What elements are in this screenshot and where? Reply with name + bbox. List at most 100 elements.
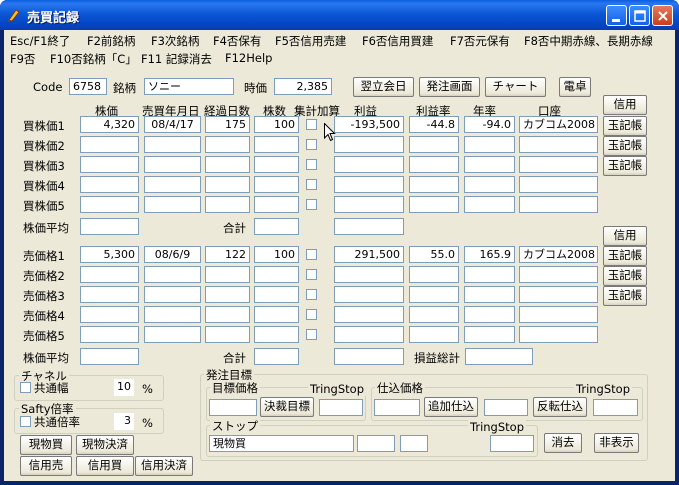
- sell-profit-field[interactable]: [334, 326, 404, 343]
- buy-profit-rate-field[interactable]: [409, 136, 459, 153]
- sell-profit-field[interactable]: [334, 306, 404, 323]
- sell-sum-checkbox[interactable]: [306, 309, 317, 320]
- sell-shares-field[interactable]: [254, 286, 299, 303]
- sell-days-field[interactable]: [205, 286, 250, 303]
- sell-sum-checkbox[interactable]: [306, 329, 317, 340]
- entry-tringstop-field[interactable]: [593, 399, 638, 416]
- menu-item-help[interactable]: F12Help: [225, 51, 272, 65]
- buy-sum-checkbox[interactable]: [306, 139, 317, 150]
- buy-days-field[interactable]: [205, 176, 250, 193]
- sell-days-field[interactable]: [205, 306, 250, 323]
- buy-profit-rate-field[interactable]: [409, 156, 459, 173]
- sell-annual-rate-field[interactable]: [464, 306, 515, 323]
- stop-tringstop-field[interactable]: [490, 435, 534, 452]
- sell-profit-field[interactable]: 291,500: [334, 246, 404, 263]
- sell-profit-rate-field[interactable]: 55.0: [409, 246, 459, 263]
- target-tringstop-field[interactable]: [319, 399, 363, 416]
- sell-profit-rate-field[interactable]: [409, 326, 459, 343]
- menu-item-f6[interactable]: F6否信用買建: [362, 33, 433, 49]
- sell-shares-field[interactable]: [254, 326, 299, 343]
- sell-days-field[interactable]: [205, 326, 250, 343]
- channel-width-field[interactable]: 10: [114, 379, 134, 396]
- buy-ledger-button-2[interactable]: 玉記帳: [603, 136, 647, 156]
- sell-ledger-button-2[interactable]: 玉記帳: [603, 266, 647, 286]
- sell-price-field[interactable]: [80, 326, 139, 343]
- sell-profit-field[interactable]: [334, 286, 404, 303]
- menu-item-f7[interactable]: F7否元保有: [450, 33, 510, 49]
- sell-profit-rate-field[interactable]: [409, 286, 459, 303]
- buy-sum-checkbox[interactable]: [306, 199, 317, 210]
- buy-average-field[interactable]: [80, 218, 139, 235]
- sell-margin-button[interactable]: 信用: [603, 226, 647, 246]
- buy-margin-button[interactable]: 信用: [603, 95, 647, 115]
- sell-price-field[interactable]: [80, 266, 139, 283]
- buy-account-field[interactable]: [519, 196, 598, 213]
- buy-annual-rate-field[interactable]: -94.0: [464, 116, 515, 133]
- menu-item-next[interactable]: F3次銘柄: [151, 33, 199, 49]
- sell-sum-checkbox[interactable]: [306, 249, 317, 260]
- buy-annual-rate-field[interactable]: [464, 156, 515, 173]
- entry-price-field[interactable]: [374, 399, 420, 416]
- safety-ratio-field[interactable]: 3: [114, 413, 134, 430]
- menu-item-prev[interactable]: F2前銘柄: [87, 33, 135, 49]
- sell-date-field[interactable]: [144, 266, 201, 283]
- buy-days-field[interactable]: [205, 156, 250, 173]
- sell-ledger-button-3[interactable]: 玉記帳: [603, 286, 647, 306]
- stop-extra-field[interactable]: [400, 435, 428, 452]
- sell-sum-checkbox[interactable]: [306, 269, 317, 280]
- buy-shares-field[interactable]: [254, 136, 299, 153]
- sell-profit-rate-field[interactable]: [409, 306, 459, 323]
- sell-date-field[interactable]: [144, 306, 201, 323]
- sell-date-field[interactable]: [144, 286, 201, 303]
- buy-price-field[interactable]: [80, 196, 139, 213]
- buy-shares-field[interactable]: 100: [254, 116, 299, 133]
- add-entry-button[interactable]: 追加仕込: [424, 397, 478, 417]
- sell-annual-rate-field[interactable]: [464, 326, 515, 343]
- sell-annual-rate-field[interactable]: 165.9: [464, 246, 515, 263]
- buy-days-field[interactable]: [205, 136, 250, 153]
- margin-buy-button[interactable]: 信用買: [76, 456, 134, 476]
- sell-date-field[interactable]: 08/6/9: [144, 246, 201, 263]
- sell-account-field[interactable]: カブコム2008: [519, 246, 598, 263]
- reverse-entry-button[interactable]: 反転仕込: [533, 397, 587, 417]
- sell-total-profit-field[interactable]: [334, 348, 404, 365]
- buy-annual-rate-field[interactable]: [464, 196, 515, 213]
- sell-ledger-button-1[interactable]: 玉記帳: [603, 246, 647, 266]
- chart-button[interactable]: チャート: [485, 77, 546, 97]
- buy-profit-field[interactable]: [334, 156, 404, 173]
- buy-account-field[interactable]: [519, 176, 598, 193]
- buy-profit-rate-field[interactable]: [409, 196, 459, 213]
- name-field[interactable]: ソニー: [144, 78, 234, 95]
- buy-shares-field[interactable]: [254, 156, 299, 173]
- sell-price-field[interactable]: [80, 306, 139, 323]
- cash-settle-button[interactable]: 現物決済: [76, 435, 134, 455]
- buy-price-field[interactable]: [80, 176, 139, 193]
- buy-profit-field[interactable]: [334, 136, 404, 153]
- buy-price-field[interactable]: [80, 156, 139, 173]
- buy-shares-field[interactable]: [254, 196, 299, 213]
- sell-annual-rate-field[interactable]: [464, 286, 515, 303]
- buy-date-field[interactable]: [144, 196, 201, 213]
- buy-annual-rate-field[interactable]: [464, 136, 515, 153]
- minimize-button[interactable]: [606, 5, 627, 26]
- buy-date-field[interactable]: [144, 176, 201, 193]
- stop-price-field[interactable]: [357, 435, 395, 452]
- buy-profit-field[interactable]: -193,500: [334, 116, 404, 133]
- target-price-field[interactable]: [209, 399, 257, 416]
- margin-sell-button[interactable]: 信用売: [20, 456, 72, 476]
- buy-profit-field[interactable]: [334, 176, 404, 193]
- sell-total-shares-field[interactable]: [254, 348, 299, 365]
- decide-target-button[interactable]: 決裁目標: [260, 397, 314, 417]
- sell-sum-checkbox[interactable]: [306, 289, 317, 300]
- buy-price-field[interactable]: [80, 136, 139, 153]
- sell-date-field[interactable]: [144, 326, 201, 343]
- menu-item-f4[interactable]: F4否保有: [213, 33, 261, 49]
- maximize-button[interactable]: [629, 5, 650, 26]
- buy-ledger-button-3[interactable]: 玉記帳: [603, 156, 647, 176]
- buy-total-profit-field[interactable]: [334, 218, 404, 235]
- buy-annual-rate-field[interactable]: [464, 176, 515, 193]
- menu-item-f5[interactable]: F5否信用売建: [275, 33, 346, 49]
- safety-common-checkbox[interactable]: [20, 416, 31, 427]
- buy-account-field[interactable]: [519, 156, 598, 173]
- code-field[interactable]: 6758: [69, 78, 107, 95]
